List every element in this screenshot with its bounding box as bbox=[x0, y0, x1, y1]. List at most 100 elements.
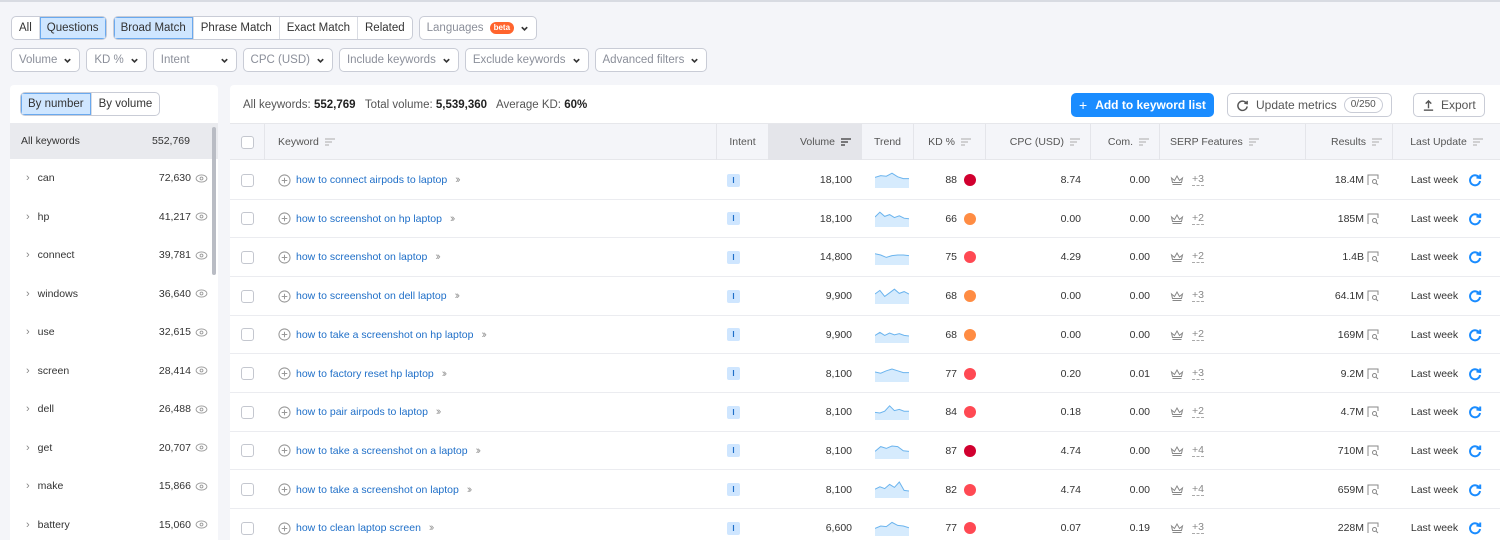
serp-preview-icon[interactable] bbox=[1367, 213, 1379, 225]
keyword-group-item[interactable]: › make 15,866 bbox=[10, 467, 218, 506]
keyword-details-icon[interactable]: ›› bbox=[455, 174, 461, 186]
update-metrics-button[interactable]: Update metrics 0/250 bbox=[1227, 93, 1392, 117]
keyword-details-icon[interactable]: ›› bbox=[450, 213, 456, 225]
serp-features-more[interactable]: +3 bbox=[1192, 522, 1204, 535]
refresh-icon[interactable] bbox=[1468, 405, 1482, 419]
tab-exact-match[interactable]: Exact Match bbox=[280, 17, 358, 39]
row-checkbox[interactable] bbox=[241, 250, 254, 264]
add-circle-icon[interactable] bbox=[278, 483, 291, 496]
tab-related[interactable]: Related bbox=[358, 17, 412, 39]
keyword-details-icon[interactable]: ›› bbox=[442, 368, 448, 380]
keyword-link[interactable]: how to factory reset hp laptop bbox=[296, 368, 434, 380]
eye-icon[interactable] bbox=[195, 482, 208, 491]
chevron-right-icon[interactable]: › bbox=[26, 211, 30, 223]
keyword-link[interactable]: how to take a screenshot on hp laptop bbox=[296, 329, 473, 341]
keyword-group-item[interactable]: › battery 15,060 bbox=[10, 506, 218, 540]
row-checkbox[interactable] bbox=[241, 328, 254, 342]
keyword-details-icon[interactable]: ›› bbox=[436, 406, 442, 418]
chevron-right-icon[interactable]: › bbox=[26, 288, 30, 300]
volume-filter[interactable]: Volume bbox=[11, 48, 81, 72]
serp-preview-icon[interactable] bbox=[1367, 406, 1379, 418]
select-all-checkbox[interactable] bbox=[240, 135, 254, 149]
keyword-details-icon[interactable]: ›› bbox=[429, 522, 435, 534]
serp-preview-icon[interactable] bbox=[1367, 251, 1379, 263]
serp-features-more[interactable]: +2 bbox=[1192, 406, 1204, 419]
add-to-keyword-list-button[interactable]: + Add to keyword list bbox=[1071, 93, 1214, 117]
kd-filter[interactable]: KD % bbox=[86, 48, 147, 72]
all-keywords-group[interactable]: All keywords 552,769 bbox=[10, 123, 218, 159]
last-update-column-header[interactable]: Last Update bbox=[1393, 124, 1500, 160]
add-circle-icon[interactable] bbox=[278, 212, 291, 225]
serp-features-more[interactable]: +4 bbox=[1192, 483, 1204, 496]
keyword-link[interactable]: how to screenshot on laptop bbox=[296, 251, 427, 263]
keyword-group-item[interactable]: › hp 41,217 bbox=[10, 198, 218, 237]
cpc-filter[interactable]: CPC (USD) bbox=[242, 48, 333, 72]
keyword-details-icon[interactable]: ›› bbox=[476, 445, 482, 457]
keyword-link[interactable]: how to pair airpods to laptop bbox=[296, 406, 428, 418]
serp-preview-icon[interactable] bbox=[1367, 174, 1379, 186]
exclude-keywords-filter[interactable]: Exclude keywords bbox=[464, 48, 589, 72]
chevron-right-icon[interactable]: › bbox=[26, 442, 30, 454]
keyword-link[interactable]: how to screenshot on hp laptop bbox=[296, 213, 442, 225]
row-checkbox[interactable] bbox=[241, 405, 254, 419]
serp-preview-icon[interactable] bbox=[1367, 522, 1379, 534]
include-keywords-filter[interactable]: Include keywords bbox=[338, 48, 459, 72]
keyword-link[interactable]: how to connect airpods to laptop bbox=[296, 174, 447, 186]
eye-icon[interactable] bbox=[195, 405, 208, 414]
refresh-icon[interactable] bbox=[1468, 328, 1482, 342]
add-circle-icon[interactable] bbox=[278, 251, 291, 264]
eye-icon[interactable] bbox=[195, 520, 208, 529]
row-checkbox[interactable] bbox=[241, 289, 254, 303]
keyword-link[interactable]: how to screenshot on dell laptop bbox=[296, 290, 447, 302]
refresh-icon[interactable] bbox=[1468, 212, 1482, 226]
eye-icon[interactable] bbox=[195, 174, 208, 183]
row-checkbox[interactable] bbox=[241, 444, 254, 458]
keyword-link[interactable]: how to clean laptop screen bbox=[296, 522, 421, 534]
refresh-icon[interactable] bbox=[1468, 289, 1482, 303]
serp-features-column-header[interactable]: SERP Features bbox=[1160, 124, 1306, 160]
add-circle-icon[interactable] bbox=[278, 290, 291, 303]
keyword-details-icon[interactable]: ›› bbox=[481, 329, 487, 341]
chevron-right-icon[interactable]: › bbox=[26, 480, 30, 492]
refresh-icon[interactable] bbox=[1468, 250, 1482, 264]
keyword-link[interactable]: how to take a screenshot on a laptop bbox=[296, 445, 468, 457]
refresh-icon[interactable] bbox=[1468, 367, 1482, 381]
serp-features-more[interactable]: +2 bbox=[1192, 328, 1204, 341]
results-column-header[interactable]: Results bbox=[1306, 124, 1393, 160]
tab-questions[interactable]: Questions bbox=[39, 17, 106, 39]
eye-icon[interactable] bbox=[195, 366, 208, 375]
serp-preview-icon[interactable] bbox=[1367, 329, 1379, 341]
row-checkbox[interactable] bbox=[241, 173, 254, 187]
row-checkbox[interactable] bbox=[241, 483, 254, 497]
keyword-group-item[interactable]: › connect 39,781 bbox=[10, 236, 218, 275]
refresh-icon[interactable] bbox=[1468, 521, 1482, 535]
row-checkbox[interactable] bbox=[241, 521, 254, 535]
serp-features-more[interactable]: +3 bbox=[1192, 367, 1204, 380]
competition-column-header[interactable]: Com. bbox=[1091, 124, 1160, 160]
serp-features-more[interactable]: +2 bbox=[1192, 212, 1204, 225]
cpc-column-header[interactable]: CPC (USD) bbox=[986, 124, 1091, 160]
eye-icon[interactable] bbox=[195, 251, 208, 260]
export-button[interactable]: Export bbox=[1413, 93, 1485, 117]
chevron-right-icon[interactable]: › bbox=[26, 365, 30, 377]
add-circle-icon[interactable] bbox=[278, 328, 291, 341]
eye-icon[interactable] bbox=[195, 289, 208, 298]
chevron-right-icon[interactable]: › bbox=[26, 403, 30, 415]
keyword-group-item[interactable]: › get 20,707 bbox=[10, 429, 218, 468]
serp-features-more[interactable]: +2 bbox=[1192, 251, 1204, 264]
add-circle-icon[interactable] bbox=[278, 406, 291, 419]
refresh-icon[interactable] bbox=[1468, 444, 1482, 458]
keyword-group-item[interactable]: › screen 28,414 bbox=[10, 352, 218, 391]
serp-preview-icon[interactable] bbox=[1367, 368, 1379, 380]
serp-preview-icon[interactable] bbox=[1367, 290, 1379, 302]
advanced-filters[interactable]: Advanced filters bbox=[594, 48, 708, 72]
tab-broad-match[interactable]: Broad Match bbox=[113, 17, 194, 39]
serp-features-more[interactable]: +3 bbox=[1192, 174, 1204, 186]
serp-features-more[interactable]: +4 bbox=[1192, 444, 1204, 457]
serp-preview-icon[interactable] bbox=[1367, 484, 1379, 496]
keyword-group-item[interactable]: › windows 36,640 bbox=[10, 275, 218, 314]
chevron-right-icon[interactable]: › bbox=[26, 519, 30, 531]
keyword-details-icon[interactable]: ›› bbox=[435, 251, 441, 263]
add-circle-icon[interactable] bbox=[278, 444, 291, 457]
serp-features-more[interactable]: +3 bbox=[1192, 290, 1204, 303]
